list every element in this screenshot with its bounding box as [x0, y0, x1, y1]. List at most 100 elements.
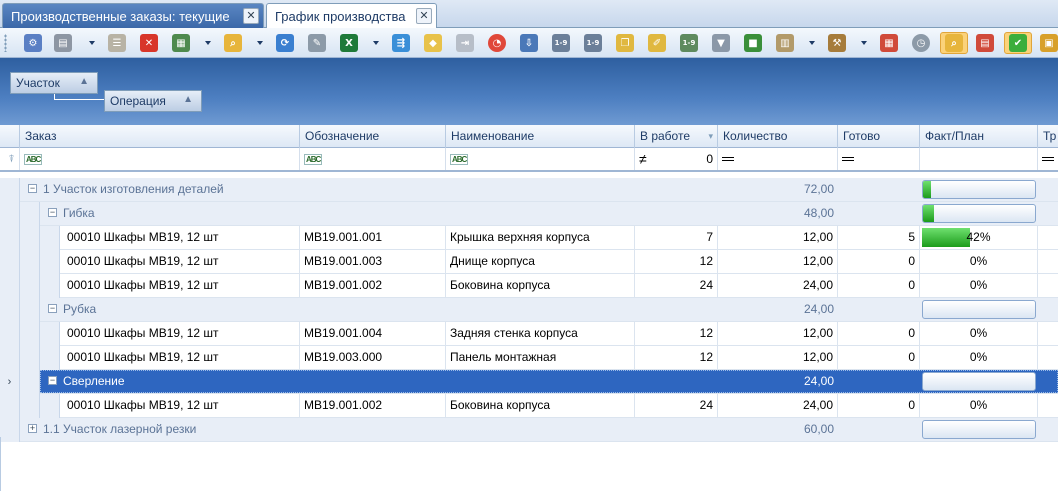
cell-fact-plan[interactable]: 42%	[920, 226, 1038, 249]
cell-extra[interactable]	[1038, 394, 1058, 417]
range-icon[interactable]: 1-9	[582, 32, 604, 54]
cell-in-work[interactable]: 12	[635, 346, 718, 369]
cell-fact-plan[interactable]: 0%	[920, 346, 1038, 369]
cell-extra[interactable]	[1038, 346, 1058, 369]
filter-quantity[interactable]	[718, 148, 838, 170]
cell-quantity[interactable]: 12,00	[718, 226, 838, 249]
cell-done[interactable]: 0	[838, 322, 920, 345]
cell-extra[interactable]	[1038, 250, 1058, 273]
collapse-icon[interactable]: −	[48, 304, 57, 314]
group-by-operation-button[interactable]: Операция ▲	[104, 90, 202, 112]
range-icon[interactable]: 1-9	[678, 32, 700, 54]
cell-order[interactable]: 00010 Шкафы МВ19, 12 шт	[60, 394, 300, 417]
cell-designation[interactable]: МВ19.001.002	[300, 274, 446, 297]
range-icon[interactable]: 1-9	[550, 32, 572, 54]
chart-icon[interactable]: ▦	[170, 32, 192, 54]
cell-in-work[interactable]: 24	[635, 394, 718, 417]
timer-icon[interactable]: ◷	[910, 32, 932, 54]
group-row-selected[interactable]: › − Сверление 24,00	[0, 370, 1058, 394]
clipboard-icon[interactable]: ▥	[774, 32, 796, 54]
cell-order[interactable]: 00010 Шкафы МВ19, 12 шт	[60, 226, 300, 249]
list-icon[interactable]: ☰	[106, 32, 128, 54]
table-row[interactable]: 00010 Шкафы МВ19, 12 шт МВ19.001.001 Крышк…	[0, 226, 1058, 250]
cell-quantity[interactable]: 24,00	[718, 394, 838, 417]
cell-done[interactable]: 0	[838, 346, 920, 369]
close-icon[interactable]: ✕	[416, 8, 432, 24]
table-row[interactable]: 00010 Шкафы МВ19, 12 шт МВ19.001.002 Боков…	[0, 274, 1058, 298]
column-header-name[interactable]: Наименование	[446, 125, 635, 148]
wrench-icon[interactable]: ✎	[306, 32, 328, 54]
print-icon[interactable]: ▤	[52, 32, 74, 54]
cell-order[interactable]: 00010 Шкафы МВ19, 12 шт	[60, 250, 300, 273]
column-header-extra[interactable]: Тр	[1038, 125, 1058, 148]
calendar-icon[interactable]: ▤	[974, 32, 996, 54]
column-header-order[interactable]: Заказ	[20, 125, 300, 148]
column-header-fact-plan[interactable]: Факт/План	[920, 125, 1038, 148]
collapse-icon[interactable]: −	[48, 376, 57, 386]
settings-icon[interactable]: ⚙	[22, 32, 44, 54]
zoom-icon[interactable]: ⌕	[940, 32, 968, 54]
edit-icon[interactable]: ✐	[646, 32, 668, 54]
column-header-quantity[interactable]: Количество	[718, 125, 838, 148]
excel-icon[interactable]: X	[338, 32, 360, 54]
cell-order[interactable]: 00010 Шкафы МВ19, 12 шт	[60, 346, 300, 369]
skip-icon[interactable]: ⇥	[454, 32, 476, 54]
expand-icon[interactable]: +	[28, 424, 37, 434]
table-row[interactable]: 00010 Шкафы МВ19, 12 шт МВ19.001.003 Днище…	[0, 250, 1058, 274]
cell-name[interactable]: Задняя стенка корпуса	[446, 322, 635, 345]
collapse-icon[interactable]: −	[28, 184, 37, 194]
filter-fact-plan[interactable]	[920, 148, 1038, 170]
group-row[interactable]: −1 Участок изготовления деталей 72,00	[0, 178, 1058, 202]
close-icon[interactable]: ✕	[243, 8, 259, 24]
cell-designation[interactable]: МВ19.001.002	[300, 394, 446, 417]
cell-designation[interactable]: МВ19.001.001	[300, 226, 446, 249]
download-icon[interactable]: ⇩	[518, 32, 540, 54]
cell-quantity[interactable]: 24,00	[718, 274, 838, 297]
cell-name[interactable]: Боковина корпуса	[446, 274, 635, 297]
package-icon[interactable]: ▣	[1038, 32, 1058, 54]
chevron-down-icon[interactable]	[257, 41, 263, 45]
cell-fact-plan[interactable]: 0%	[920, 250, 1038, 273]
chevron-down-icon[interactable]	[373, 41, 379, 45]
cell-done[interactable]: 0	[838, 274, 920, 297]
cell-designation[interactable]: МВ19.003.000	[300, 346, 446, 369]
cell-done[interactable]: 0	[838, 394, 920, 417]
cell-fact-plan[interactable]: 0%	[920, 322, 1038, 345]
chevron-down-icon[interactable]	[89, 41, 95, 45]
search-icon[interactable]: ⌕	[222, 32, 244, 54]
toolbar-grip[interactable]	[4, 34, 7, 52]
cell-in-work[interactable]: 7	[635, 226, 718, 249]
calendar-icon[interactable]: ▦	[878, 32, 900, 54]
shapes-icon[interactable]: ■	[742, 32, 764, 54]
cell-name[interactable]: Панель монтажная	[446, 346, 635, 369]
filter-done[interactable]	[838, 148, 920, 170]
collapse-icon[interactable]: −	[48, 208, 57, 218]
refresh-icon[interactable]: ⟳	[274, 32, 296, 54]
group-row[interactable]: − Рубка 24,00	[0, 298, 1058, 322]
chevron-down-icon[interactable]	[809, 41, 815, 45]
filter-icon[interactable]: ▼	[710, 32, 732, 54]
filter-icon[interactable]: ▾	[708, 125, 713, 147]
column-header-done[interactable]: Готово	[838, 125, 920, 148]
pie-icon[interactable]: ◔	[486, 32, 508, 54]
table-row[interactable]: 00010 Шкафы МВ19, 12 шт МВ19.001.004 Задня…	[0, 322, 1058, 346]
cell-extra[interactable]	[1038, 274, 1058, 297]
cell-name[interactable]: Боковина корпуса	[446, 394, 635, 417]
delete-icon[interactable]: ✕	[138, 32, 160, 54]
group-row[interactable]: +1.1 Участок лазерной резки 60,00	[0, 418, 1058, 442]
cell-order[interactable]: 00010 Шкафы МВ19, 12 шт	[60, 274, 300, 297]
cell-in-work[interactable]: 12	[635, 322, 718, 345]
cell-done[interactable]: 5	[838, 226, 920, 249]
cell-quantity[interactable]: 12,00	[718, 250, 838, 273]
share-icon[interactable]: ⇶	[390, 32, 412, 54]
tag-icon[interactable]: ◆	[422, 32, 444, 54]
tab-production-orders[interactable]: Производственные заказы: текущие ✕	[2, 3, 264, 28]
column-header-in-work[interactable]: В работе ▾	[635, 125, 718, 148]
docs-icon[interactable]: ❐	[614, 32, 636, 54]
cell-done[interactable]: 0	[838, 250, 920, 273]
filter-order[interactable]: ABC	[20, 148, 300, 170]
filter-in-work[interactable]: ≠ 0	[635, 148, 718, 170]
cell-fact-plan[interactable]: 0%	[920, 274, 1038, 297]
cell-fact-plan[interactable]: 0%	[920, 394, 1038, 417]
cell-extra[interactable]	[1038, 322, 1058, 345]
